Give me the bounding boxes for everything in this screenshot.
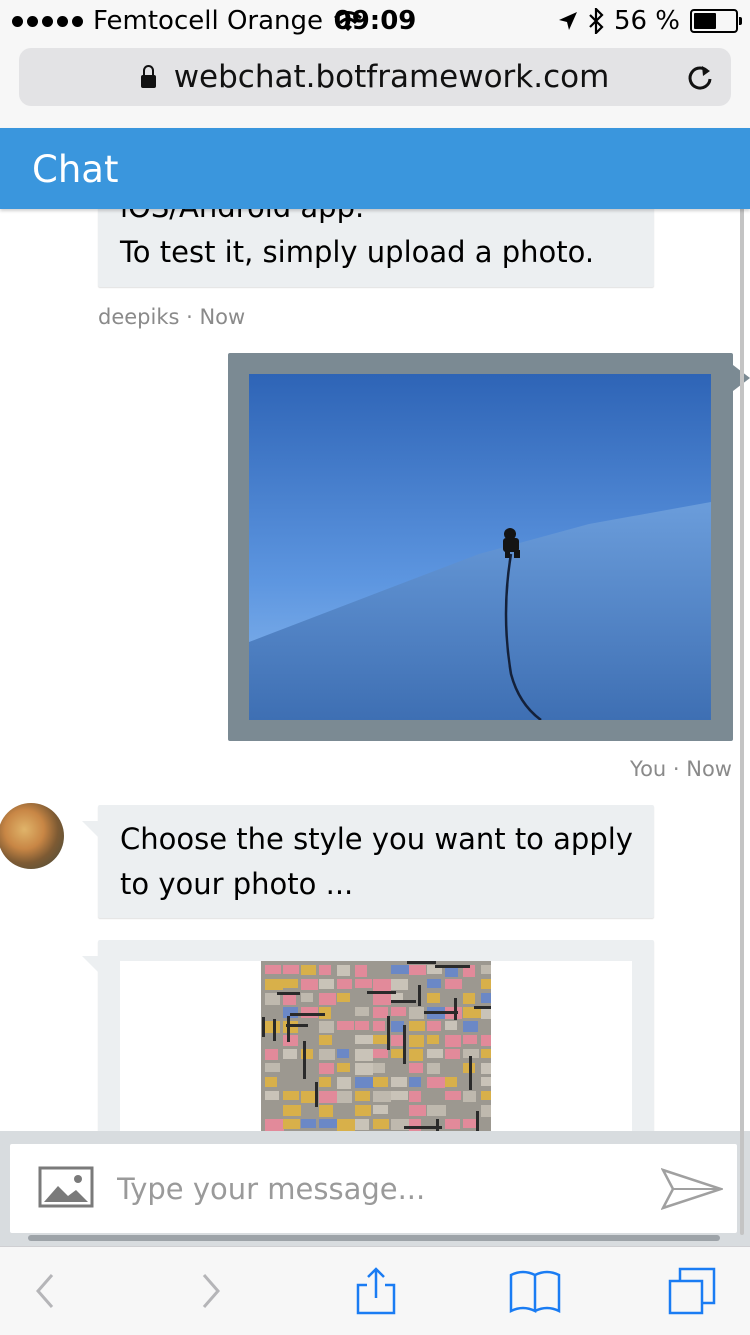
- vertical-scrollbar[interactable]: [740, 185, 744, 1235]
- address-bar[interactable]: webchat.botframework.com: [19, 48, 731, 106]
- input-container: [10, 1144, 737, 1233]
- chat-title: Chat: [32, 148, 119, 191]
- battery-icon: [690, 9, 742, 33]
- style-painting-image[interactable]: [261, 961, 491, 1131]
- hero-card[interactable]: [120, 961, 632, 1131]
- bookmarks-icon[interactable]: [507, 1267, 563, 1315]
- forward-icon[interactable]: [186, 1267, 242, 1315]
- location-arrow-icon: [558, 12, 577, 30]
- message-text: Choose the style you want to apply to yo…: [120, 822, 633, 901]
- message-history[interactable]: iOS/Android app. To test it, simply uplo…: [0, 209, 750, 1131]
- message-input[interactable]: [115, 1160, 639, 1218]
- bot-message-bubble: Choose the style you want to apply to yo…: [82, 805, 654, 918]
- bot-avatar: [0, 803, 64, 869]
- tabs-icon[interactable]: [666, 1267, 722, 1315]
- message-text: iOS/Android app. To test it, simply uplo…: [120, 209, 594, 275]
- bluetooth-icon: [589, 8, 604, 34]
- image-upload-icon[interactable]: [38, 1166, 94, 1208]
- battery-percent: 56 %: [613, 6, 680, 36]
- bot-card-bubble: [82, 940, 654, 1131]
- browser-chrome: webchat.botframework.com: [0, 44, 750, 128]
- send-icon[interactable]: [661, 1168, 723, 1210]
- status-bar: Femtocell Orange 09:09 56 %: [0, 0, 750, 44]
- user-image-message[interactable]: [228, 353, 750, 741]
- message-meta: deepiks · Now: [98, 305, 246, 329]
- url-text: webchat.botframework.com: [173, 59, 610, 95]
- browser-toolbar: [0, 1246, 750, 1335]
- bot-message-bubble: iOS/Android app. To test it, simply uplo…: [98, 209, 654, 287]
- message-line: To test it, simply upload a photo.: [120, 235, 595, 269]
- input-bar: [0, 1131, 750, 1246]
- horizontal-scrollbar[interactable]: [28, 1235, 720, 1241]
- message-meta: You · Now: [630, 757, 732, 781]
- back-icon[interactable]: [22, 1267, 78, 1315]
- uploaded-photo[interactable]: [249, 374, 711, 720]
- share-icon[interactable]: [348, 1267, 404, 1315]
- message-line: iOS/Android app.: [120, 209, 594, 230]
- reload-icon[interactable]: [685, 62, 715, 92]
- lock-icon: [140, 64, 156, 88]
- chat-header: Chat: [0, 128, 750, 209]
